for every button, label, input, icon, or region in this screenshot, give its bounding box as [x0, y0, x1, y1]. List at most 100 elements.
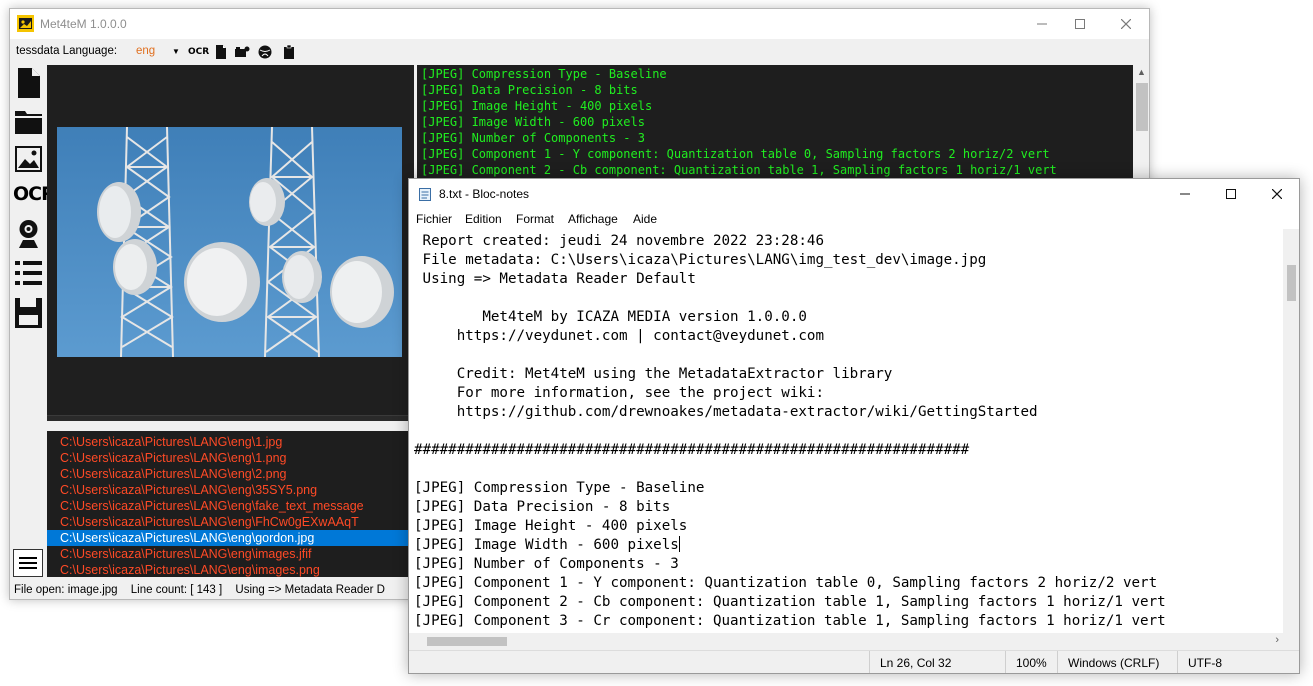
menu-fichier[interactable]: Fichier [416, 212, 452, 226]
file-list-item[interactable]: C:\Users\icaza\Pictures\LANG\eng\2.png [47, 466, 414, 482]
clipboard-icon[interactable] [281, 44, 297, 60]
webcam-icon[interactable] [13, 218, 44, 250]
text-line: https://veydunet.com | contact@veydunet.… [414, 328, 824, 344]
text-line [414, 422, 1278, 441]
notepad-icon [419, 188, 431, 201]
text-line [414, 460, 1278, 479]
notepad-text-area[interactable]: Report created: jeudi 24 novembre 2022 2… [409, 229, 1283, 633]
status-cursor-position: Ln 26, Col 32 [869, 651, 1005, 673]
file-list-item[interactable]: C:\Users\icaza\Pictures\LANG\eng\1.png [47, 450, 414, 466]
menu-aide[interactable]: Aide [633, 212, 657, 226]
scrollbar-thumb[interactable] [427, 637, 507, 646]
status-file-open: File open: image.jpg [14, 584, 118, 596]
text-line: Report created: jeudi 24 novembre 2022 2… [414, 233, 824, 249]
file-list-item[interactable]: C:\Users\icaza\Pictures\LANG\eng\images.… [47, 546, 414, 562]
metadata-line: [JPEG] Image Width - 600 pixels [421, 115, 645, 129]
file-list: C:\Users\icaza\Pictures\LANG\eng\1.jpg C… [47, 431, 414, 577]
text-line [414, 289, 1278, 308]
hamburger-menu-button[interactable] [13, 549, 43, 577]
new-file-icon[interactable] [13, 67, 44, 99]
notepad-maximize-button[interactable] [1208, 179, 1254, 209]
notepad-minimize-button[interactable] [1162, 179, 1208, 209]
maximize-button[interactable] [1057, 9, 1103, 39]
maximize-icon [1075, 19, 1085, 29]
metadata-line: [JPEG] Compression Type - Baseline [421, 67, 667, 81]
metadata-line: [JPEG] Number of Components - 3 [421, 131, 645, 145]
file-list-item[interactable]: C:\Users\icaza\Pictures\LANG\eng\1.jpg [47, 434, 414, 450]
text-caret [678, 536, 680, 552]
text-line: ########################################… [414, 442, 970, 458]
app-title: Met4teM 1.0.0.0 [40, 17, 127, 31]
text-line: [JPEG] Component 1 - Y component: Quanti… [414, 575, 1158, 591]
chevron-down-icon[interactable]: ▼ [172, 47, 180, 56]
file-icon[interactable] [213, 44, 229, 60]
preview-photo [57, 127, 402, 357]
notepad-close-button[interactable] [1254, 179, 1299, 209]
text-line: [JPEG] Number of Components - 3 [414, 556, 679, 572]
image-preview-pane [47, 65, 414, 421]
text-line: https://github.com/drewnoakes/metadata-e… [414, 404, 1038, 420]
app-titlebar[interactable]: Met4teM 1.0.0.0 [10, 9, 1149, 39]
metadata-line: [JPEG] Component 2 - Cb component: Quant… [421, 163, 1057, 177]
save-icon[interactable] [13, 297, 44, 329]
metadata-line: [JPEG] Image Height - 400 pixels [421, 99, 653, 113]
scrollbar-thumb[interactable] [1136, 83, 1148, 131]
notepad-window: 8.txt - Bloc-notes Fichier Edition Forma… [408, 178, 1300, 674]
status-line-count: Line count: [ 143 ] [130, 584, 223, 596]
notepad-statusbar: Ln 26, Col 32 100% Windows (CRLF) UTF-8 [409, 650, 1299, 673]
globe-icon[interactable] [257, 44, 273, 60]
ocr-toolbar-button[interactable]: OCR [188, 47, 209, 63]
scrollbar-corner [1283, 633, 1299, 650]
preview-splitter[interactable] [47, 415, 414, 421]
list-icon[interactable] [13, 257, 44, 289]
text-line: File metadata: C:\Users\icaza\Pictures\L… [414, 252, 987, 268]
folder-icon[interactable] [13, 105, 44, 137]
menu-affichage[interactable]: Affichage [568, 212, 618, 226]
text-line: For more information, see the project wi… [414, 385, 824, 401]
menu-icon-bar [19, 562, 37, 564]
status-zoom: 100% [1005, 651, 1057, 673]
text-line: [JPEG] Compression Type - Baseline [414, 480, 705, 496]
close-button[interactable] [1103, 9, 1149, 39]
file-list-item[interactable]: C:\Users\icaza\Pictures\LANG\eng\FhCw0gE… [47, 514, 414, 530]
metadata-line: [JPEG] Component 1 - Y component: Quanti… [421, 147, 1050, 161]
text-line: [JPEG] Component 3 - Cr component: Quant… [414, 613, 1166, 629]
text-line-with-caret: [JPEG] Image Width - 600 pixels [414, 536, 1278, 555]
notepad-titlebar[interactable]: 8.txt - Bloc-notes [409, 179, 1299, 209]
text-line: [JPEG] Component 2 - Cb component: Quant… [414, 594, 1166, 610]
language-value: eng [136, 45, 156, 57]
notepad-menubar: Fichier Edition Format Affichage Aide [409, 209, 1299, 229]
scroll-up-icon[interactable]: ▲ [1137, 67, 1146, 77]
close-icon [1272, 189, 1282, 199]
file-list-item[interactable]: C:\Users\icaza\Pictures\LANG\eng\images.… [47, 562, 414, 577]
menu-edition[interactable]: Edition [465, 212, 502, 226]
text-line: Met4teM by ICAZA MEDIA version 1.0.0.0 [414, 309, 807, 325]
menu-format[interactable]: Format [516, 212, 554, 226]
scrollbar-thumb[interactable] [1287, 265, 1296, 301]
file-list-item-selected[interactable]: C:\Users\icaza\Pictures\LANG\eng\gordon.… [47, 530, 414, 546]
text-line: Credit: Met4teM using the MetadataExtrac… [414, 366, 893, 382]
scroll-right-icon[interactable]: › [1275, 634, 1279, 646]
notepad-horizontal-scrollbar[interactable]: › [409, 633, 1283, 650]
close-icon [1121, 19, 1131, 29]
minimize-icon [1180, 193, 1190, 195]
text-line: [JPEG] Data Precision - 8 bits [414, 499, 671, 515]
notepad-title: 8.txt - Bloc-notes [439, 187, 530, 201]
metadata-line: [JPEG] Data Precision - 8 bits [421, 83, 638, 97]
app-logo-icon [17, 15, 34, 32]
text-line [414, 346, 1278, 365]
status-reader: Using => Metadata Reader D [235, 584, 385, 596]
file-list-item[interactable]: C:\Users\icaza\Pictures\LANG\eng\35SY5.p… [47, 482, 414, 498]
status-line-ending: Windows (CRLF) [1057, 651, 1177, 673]
camera-folder-icon[interactable] [234, 44, 250, 60]
app-toolbar: tessdata Language: eng ▼ OCR [10, 39, 1149, 65]
text-line: [JPEG] Image Height - 400 pixels [414, 518, 688, 534]
tessdata-language-label: tessdata Language: [16, 45, 118, 57]
file-list-item[interactable]: C:\Users\icaza\Pictures\LANG\eng\fake_te… [47, 498, 414, 514]
notepad-vertical-scrollbar[interactable] [1283, 229, 1299, 633]
image-icon[interactable] [13, 143, 44, 175]
caret-line-text: [JPEG] Image Width - 600 pixels [414, 537, 679, 553]
menu-icon-bar [19, 557, 37, 559]
text-line: Using => Metadata Reader Default [414, 271, 696, 287]
ocr-sidebar-button[interactable]: OCR [13, 183, 56, 209]
